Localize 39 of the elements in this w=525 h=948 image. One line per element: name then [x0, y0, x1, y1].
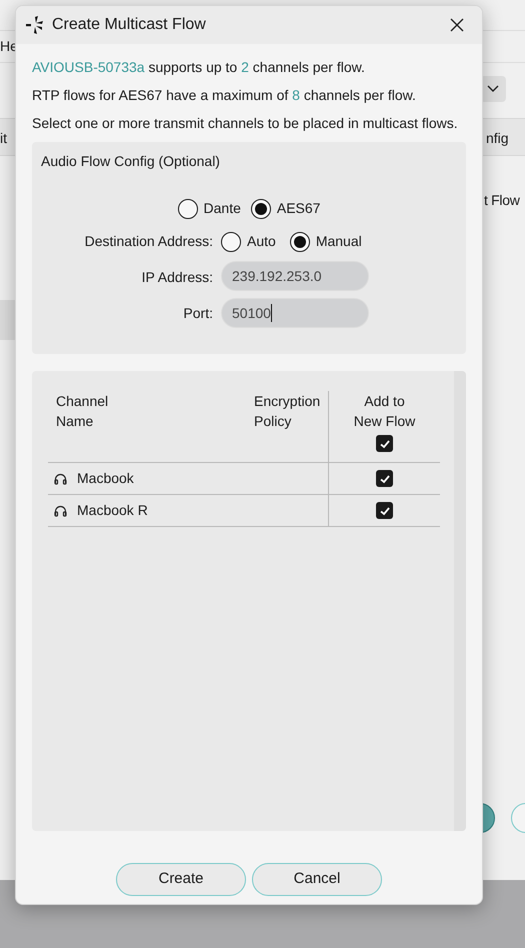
column-header: Channel Name	[55, 392, 110, 431]
radio-button[interactable]	[178, 198, 198, 218]
radio-button[interactable]	[290, 232, 310, 252]
check-icon	[378, 472, 390, 484]
headphones-icon	[54, 504, 67, 516]
column-header: Encryption Policy	[254, 392, 322, 431]
window-title: Create Multicast Flow	[52, 15, 207, 35]
field-label: Destination Address:	[84, 232, 213, 251]
channel-name: Macbook	[77, 469, 134, 488]
logo-icon	[26, 15, 44, 35]
radio-label: Auto	[247, 232, 276, 251]
dialog-button[interactable]: Cancel	[252, 863, 382, 896]
check-icon	[378, 504, 390, 516]
column-header: Add to New Flow	[352, 392, 416, 431]
checkbox[interactable]	[376, 435, 393, 452]
field-label: IP Address:	[140, 268, 213, 287]
close-icon[interactable]	[450, 18, 464, 32]
ip-address-field[interactable]: 239.192.253.0	[221, 261, 369, 291]
field-label: Port:	[182, 304, 213, 323]
info-text: AVIOUSB-50733a supports up to 2 channels per flow.	[32, 58, 366, 76]
checkbox[interactable]	[376, 502, 393, 519]
section-title: Audio Flow Config (Optional)	[41, 152, 221, 171]
radio-label: AES67	[276, 199, 320, 218]
tab-label[interactable]: nfig	[486, 128, 509, 149]
dialog-button[interactable]: Create	[116, 863, 246, 896]
chevron-down-icon	[487, 85, 499, 93]
port-field[interactable]: 50100	[221, 298, 369, 328]
radio-button[interactable]	[221, 232, 241, 252]
channel-name: Macbook R	[77, 501, 148, 520]
info-text: Select one or more transmit channels to be placed in multicast flows.	[32, 114, 459, 132]
radio-label: Dante	[204, 199, 241, 218]
tab-label[interactable]: it	[0, 128, 7, 149]
radio-button[interactable]	[250, 198, 271, 218]
checkbox[interactable]	[376, 470, 393, 487]
info-text: RTP flows for AES67 have a maximum of 8 channels per flow.	[32, 86, 417, 104]
heading-text: t Flow	[484, 191, 520, 210]
radio-label: Manual	[316, 232, 362, 251]
check-icon	[378, 438, 390, 450]
headphones-icon	[54, 472, 67, 484]
